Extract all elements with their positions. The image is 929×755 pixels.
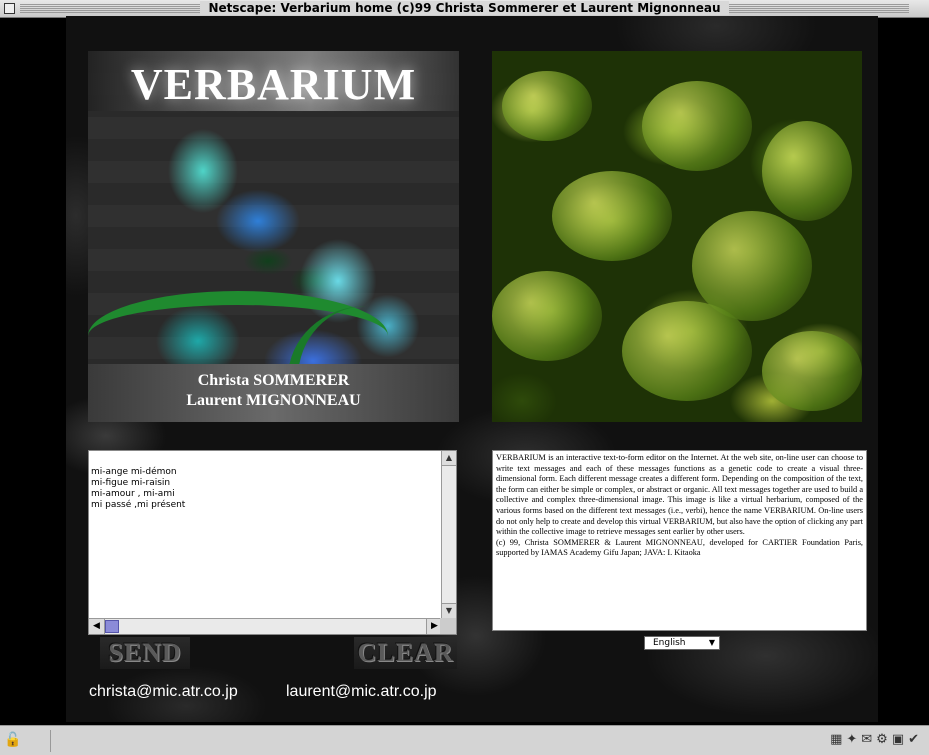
window-title-wrap: Netscape: Verbarium home (c)99 Christa S… — [0, 1, 929, 15]
language-select[interactable]: English ▼ — [644, 636, 720, 650]
scroll-corner — [440, 618, 456, 634]
lock-icon[interactable]: 🔓 — [4, 732, 21, 748]
credit-band: Christa SOMMERER Laurent MIGNONNEAU — [88, 364, 459, 422]
message-textarea[interactable]: mi-ange mi-démon mi-figue mi-raisin mi-a… — [88, 450, 457, 635]
leaf-shape — [552, 171, 672, 261]
leaf-shape — [762, 121, 852, 221]
chevron-down-icon: ▼ — [708, 638, 715, 647]
window-title: Netscape: Verbarium home (c)99 Christa S… — [200, 1, 729, 15]
email-christa-link[interactable]: christa@mic.atr.co.jp — [89, 683, 238, 701]
description-panel: VERBARIUM is an interactive text-to-form… — [492, 450, 867, 631]
message-line: mi-ange mi-démon — [91, 467, 177, 477]
scroll-thumb[interactable] — [105, 620, 119, 633]
horizontal-scrollbar[interactable]: ◀ ▶ — [89, 618, 442, 634]
collective-image[interactable] — [492, 51, 862, 422]
message-line: mi-figue mi-raisin — [91, 478, 171, 488]
credit-christa: Christa SOMMERER — [197, 372, 350, 389]
leaf-shape — [642, 81, 752, 171]
scroll-down-arrow-icon[interactable]: ▼ — [442, 603, 456, 618]
scroll-left-arrow-icon[interactable]: ◀ — [89, 619, 105, 634]
status-bar: 🔓 ▦✦✉⚙▣✔ — [0, 725, 929, 755]
description-footer: (c) 99, Christa SOMMERER & Laurent MIGNO… — [496, 537, 863, 558]
leaf-shape — [502, 71, 592, 141]
verbarium-title-image: VERBARIUM Christa SOMMERER Laurent MIGNO… — [88, 51, 459, 422]
language-selected: English — [653, 638, 686, 648]
credit-laurent: Laurent MIGNONNEAU — [186, 392, 361, 409]
vertical-scrollbar[interactable]: ▲ ▼ — [441, 451, 456, 618]
message-line: mi passé ,mi présent — [91, 500, 186, 510]
send-button[interactable]: SEND — [100, 637, 190, 669]
component-bar-icons[interactable]: ▦✦✉⚙▣✔ — [830, 732, 923, 747]
leaf-shape — [762, 331, 862, 411]
message-line: mi-amour , mi-ami — [91, 489, 175, 499]
description-body: VERBARIUM is an interactive text-to-form… — [496, 453, 863, 537]
email-laurent-link[interactable]: laurent@mic.atr.co.jp — [286, 683, 437, 701]
status-divider — [50, 730, 51, 752]
clear-button[interactable]: CLEAR — [354, 637, 457, 669]
scroll-up-arrow-icon[interactable]: ▲ — [442, 451, 456, 466]
leaf-shape — [492, 271, 602, 361]
verbarium-title: VERBARIUM — [130, 60, 417, 109]
leaf-shape — [622, 301, 752, 401]
message-lines: mi-ange mi-démon mi-figue mi-raisin mi-a… — [91, 467, 436, 511]
